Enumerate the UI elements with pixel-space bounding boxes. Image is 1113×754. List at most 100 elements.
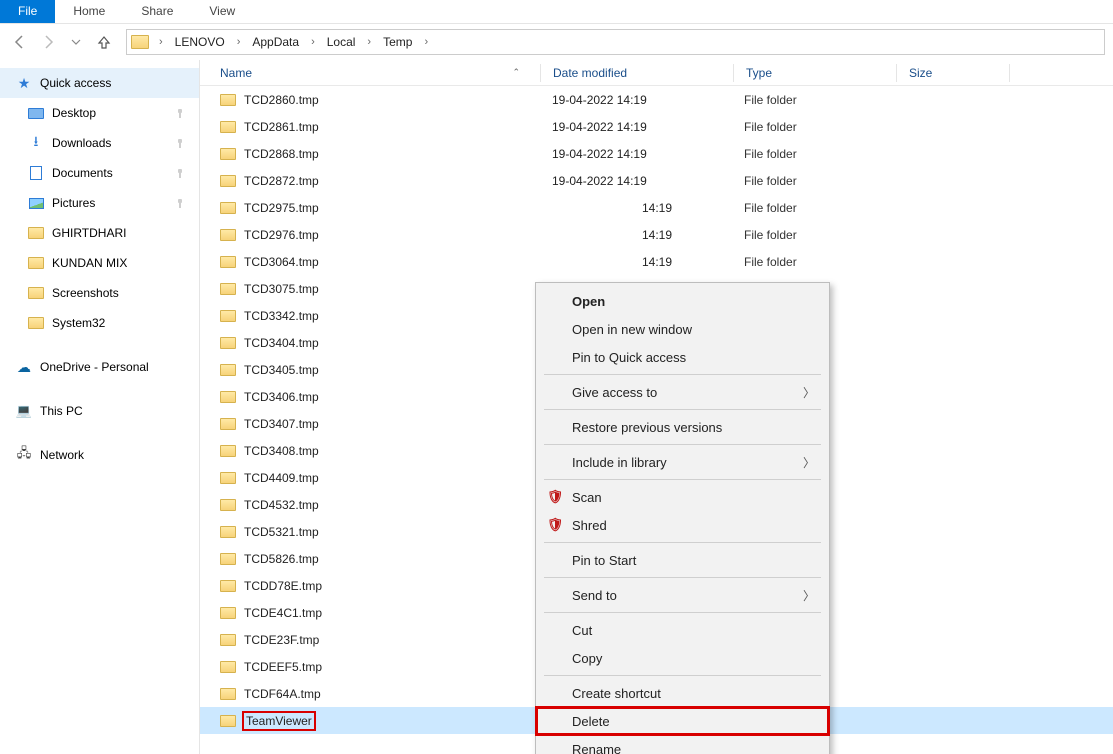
context-menu-open-new-window[interactable]: Open in new window xyxy=(536,315,829,343)
context-menu-open[interactable]: Open xyxy=(536,287,829,315)
context-menu-give-access-to[interactable]: Give access to 〉 xyxy=(536,378,829,406)
file-row[interactable]: TCD2861.tmp19-04-2022 14:19File folder xyxy=(200,113,1113,140)
column-header-date[interactable]: Date modified xyxy=(553,66,733,80)
context-menu-pin-quick-access[interactable]: Pin to Quick access xyxy=(536,343,829,371)
separator xyxy=(544,374,821,375)
sidebar-label: This PC xyxy=(40,404,83,418)
chevron-right-icon[interactable]: › xyxy=(305,36,321,48)
context-menu-pin-start[interactable]: Pin to Start xyxy=(536,546,829,574)
sidebar-item-network[interactable]: 🖧 Network xyxy=(0,440,199,470)
chevron-right-icon[interactable]: › xyxy=(418,36,434,48)
separator xyxy=(544,444,821,445)
context-menu: Open Open in new window Pin to Quick acc… xyxy=(535,282,830,754)
separator xyxy=(544,577,821,578)
context-menu-scan[interactable]: 🛡 Scan xyxy=(536,483,829,511)
file-type: File folder xyxy=(744,255,894,269)
nav-back-button[interactable] xyxy=(8,30,32,54)
column-header-type[interactable]: Type xyxy=(746,66,896,80)
sidebar-label: System32 xyxy=(52,316,105,330)
mcafee-shield-icon: 🛡 xyxy=(546,488,564,506)
sidebar-label: Pictures xyxy=(52,196,95,210)
file-name: TeamViewer xyxy=(244,713,314,729)
sidebar-item-desktop[interactable]: Desktop xyxy=(0,98,199,128)
onedrive-icon: ☁ xyxy=(16,359,32,375)
column-header-name[interactable]: Name ⌃ xyxy=(220,66,540,80)
ribbon-tab-file[interactable]: File xyxy=(0,0,55,23)
nav-up-button[interactable] xyxy=(92,30,116,54)
column-header-size[interactable]: Size xyxy=(909,66,1009,80)
file-name: TCDEEF5.tmp xyxy=(244,660,322,674)
context-menu-rename[interactable]: Rename xyxy=(536,735,829,754)
context-menu-cut[interactable]: Cut xyxy=(536,616,829,644)
file-name: TCD2976.tmp xyxy=(244,228,319,242)
breadcrumb-item[interactable]: Temp xyxy=(379,33,416,51)
folder-icon xyxy=(220,337,236,349)
file-name: TCDD78E.tmp xyxy=(244,579,322,593)
file-row[interactable]: TCD2872.tmp19-04-2022 14:19File folder xyxy=(200,167,1113,194)
folder-icon xyxy=(220,715,236,727)
file-name: TCD3064.tmp xyxy=(244,255,319,269)
navbar: › LENOVO › AppData › Local › Temp › xyxy=(0,24,1113,60)
file-name: TCD2861.tmp xyxy=(244,120,319,134)
file-name: TCD2860.tmp xyxy=(244,93,319,107)
sidebar-item-folder[interactable]: Screenshots xyxy=(0,278,199,308)
file-row[interactable]: TCD2975.tmp14:19File folder xyxy=(200,194,1113,221)
file-type: File folder xyxy=(744,201,894,215)
sidebar-item-folder[interactable]: GHIRTDHARI xyxy=(0,218,199,248)
folder-icon xyxy=(28,257,44,269)
context-menu-create-shortcut[interactable]: Create shortcut xyxy=(536,679,829,707)
nav-recent-dropdown[interactable] xyxy=(64,30,88,54)
context-menu-restore-previous[interactable]: Restore previous versions xyxy=(536,413,829,441)
folder-icon xyxy=(220,256,236,268)
folder-icon xyxy=(220,229,236,241)
sidebar-item-downloads[interactable]: ⭳ Downloads xyxy=(0,128,199,158)
folder-icon xyxy=(220,553,236,565)
sidebar-item-onedrive[interactable]: ☁ OneDrive - Personal xyxy=(0,352,199,382)
sidebar-item-thispc[interactable]: 💻 This PC xyxy=(0,396,199,426)
breadcrumb-item[interactable]: AppData xyxy=(248,33,303,51)
folder-icon xyxy=(28,227,44,239)
sidebar-item-pictures[interactable]: Pictures xyxy=(0,188,199,218)
sidebar-item-folder[interactable]: System32 xyxy=(0,308,199,338)
column-label: Name xyxy=(220,66,252,80)
separator xyxy=(544,612,821,613)
chevron-right-icon[interactable]: › xyxy=(153,36,169,48)
sidebar-item-documents[interactable]: Documents xyxy=(0,158,199,188)
sidebar-label: GHIRTDHARI xyxy=(52,226,126,240)
file-name: TCD5826.tmp xyxy=(244,552,319,566)
file-row[interactable]: TCD2868.tmp19-04-2022 14:19File folder xyxy=(200,140,1113,167)
breadcrumb-item[interactable]: LENOVO xyxy=(171,33,229,51)
sidebar-quick-access[interactable]: ★ Quick access xyxy=(0,68,199,98)
context-menu-label: Scan xyxy=(572,490,602,505)
context-menu-send-to[interactable]: Send to 〉 xyxy=(536,581,829,609)
ribbon-tab-view[interactable]: View xyxy=(191,0,253,23)
file-row[interactable]: TCD3064.tmp14:19File folder xyxy=(200,248,1113,275)
folder-icon xyxy=(220,688,236,700)
context-menu-shred[interactable]: 🛡 Shred xyxy=(536,511,829,539)
separator xyxy=(544,479,821,480)
context-menu-include-in-library[interactable]: Include in library 〉 xyxy=(536,448,829,476)
sidebar-item-folder[interactable]: KUNDAN MIX xyxy=(0,248,199,278)
context-menu-copy[interactable]: Copy xyxy=(536,644,829,672)
chevron-right-icon[interactable]: › xyxy=(231,36,247,48)
context-menu-delete[interactable]: Delete xyxy=(536,707,829,735)
ribbon-tab-share[interactable]: Share xyxy=(123,0,191,23)
chevron-right-icon[interactable]: › xyxy=(361,36,377,48)
file-name: TCD2868.tmp xyxy=(244,147,319,161)
file-date: 19-04-2022 14:19 xyxy=(552,147,732,161)
folder-icon xyxy=(220,580,236,592)
folder-icon xyxy=(220,499,236,511)
file-row[interactable]: TCD2860.tmp19-04-2022 14:19File folder xyxy=(200,86,1113,113)
folder-icon xyxy=(220,472,236,484)
file-row[interactable]: TCD2976.tmp14:19File folder xyxy=(200,221,1113,248)
breadcrumb-item[interactable]: Local xyxy=(323,33,360,51)
nav-forward-button[interactable] xyxy=(36,30,60,54)
ribbon-tab-home[interactable]: Home xyxy=(55,0,123,23)
file-name: TCD4532.tmp xyxy=(244,498,319,512)
file-name: TCD3408.tmp xyxy=(244,444,319,458)
sort-ascending-icon: ⌃ xyxy=(512,67,520,78)
breadcrumb[interactable]: › LENOVO › AppData › Local › Temp › xyxy=(126,29,1105,55)
pictures-icon xyxy=(29,198,44,209)
separator xyxy=(544,542,821,543)
file-type: File folder xyxy=(744,93,894,107)
